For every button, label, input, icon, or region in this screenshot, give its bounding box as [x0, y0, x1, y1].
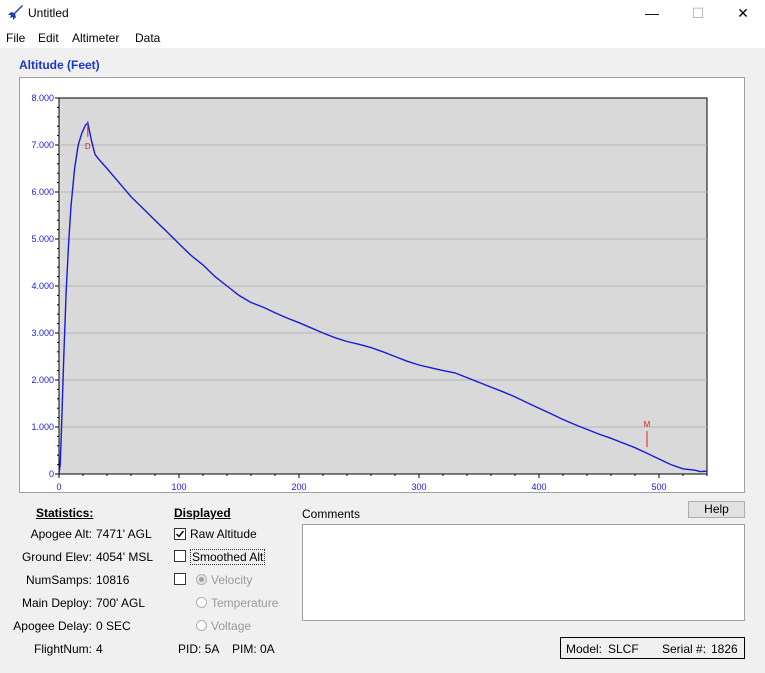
- y-tick-label: 4.000: [31, 281, 54, 291]
- event-marker-label: M: [644, 420, 651, 429]
- check-icon: [176, 530, 185, 538]
- model-label: Model:: [566, 642, 603, 656]
- raw-altitude-label: Raw Altitude: [190, 527, 257, 541]
- stat-label: Ground Elev:: [21, 550, 92, 564]
- x-tick-label: 500: [651, 482, 666, 492]
- event-marker-label: D: [85, 142, 91, 151]
- serial-label: Serial #:: [662, 642, 707, 656]
- x-tick-label: 400: [531, 482, 546, 492]
- y-tick-label: 2.000: [31, 375, 54, 385]
- derived-checkbox[interactable]: [174, 573, 186, 585]
- model-serial-box: Model: SLCF Serial #: 1826: [560, 637, 745, 659]
- smoothed-alt-checkbox[interactable]: [174, 550, 186, 562]
- stat-value: 0 SEC: [96, 619, 131, 633]
- voltage-label: Voltage: [211, 619, 252, 633]
- pid-value: PID: 5A: [178, 642, 220, 656]
- y-tick-label: 7.000: [31, 140, 54, 150]
- y-tick-label: 0: [49, 469, 54, 479]
- stat-label: FlightNum:: [33, 642, 92, 656]
- serial-value: 1826: [711, 642, 738, 656]
- y-tick-label: 5.000: [31, 234, 54, 244]
- stat-label: Main Deploy:: [21, 596, 92, 610]
- voltage-radio[interactable]: [196, 620, 207, 631]
- displayed-header: Displayed: [174, 506, 231, 520]
- comments-textarea[interactable]: [302, 524, 745, 621]
- raw-altitude-checkbox[interactable]: [174, 528, 186, 540]
- velocity-label: Velocity: [211, 573, 253, 587]
- y-tick-label: 8.000: [31, 93, 54, 103]
- stat-label: Apogee Alt:: [30, 527, 92, 541]
- x-tick-label: 300: [411, 482, 426, 492]
- stat-value: 700' AGL: [96, 596, 145, 610]
- stat-value: 7471' AGL: [96, 527, 152, 541]
- temperature-label: Temperature: [211, 596, 279, 610]
- x-tick-label: 200: [291, 482, 306, 492]
- velocity-radio[interactable]: [196, 574, 207, 585]
- smoothed-alt-label: Smoothed Alt: [190, 549, 266, 565]
- y-tick-label: 3.000: [31, 328, 54, 338]
- stat-value: 4: [96, 642, 103, 656]
- y-tick-label: 1.000: [31, 422, 54, 432]
- y-tick-label: 6.000: [31, 187, 54, 197]
- x-tick-label: 100: [171, 482, 186, 492]
- comments-label: Comments: [302, 507, 361, 521]
- stat-label: Apogee Delay:: [13, 619, 92, 633]
- temperature-radio[interactable]: [196, 597, 207, 608]
- pim-value: PIM: 0A: [232, 642, 275, 656]
- model-value: SLCF: [608, 642, 639, 656]
- stat-value: 4054' MSL: [96, 550, 153, 564]
- statistics-header: Statistics:: [36, 506, 94, 520]
- x-tick-label: 0: [56, 482, 61, 492]
- stat-value: 10816: [96, 573, 130, 587]
- help-button[interactable]: Help: [688, 501, 745, 518]
- altitude-chart: 0 1.000 2.000 3.000 4.000 5.000 6.000 7.000 8.00…: [31, 93, 708, 492]
- stat-label: NumSamps:: [25, 573, 92, 587]
